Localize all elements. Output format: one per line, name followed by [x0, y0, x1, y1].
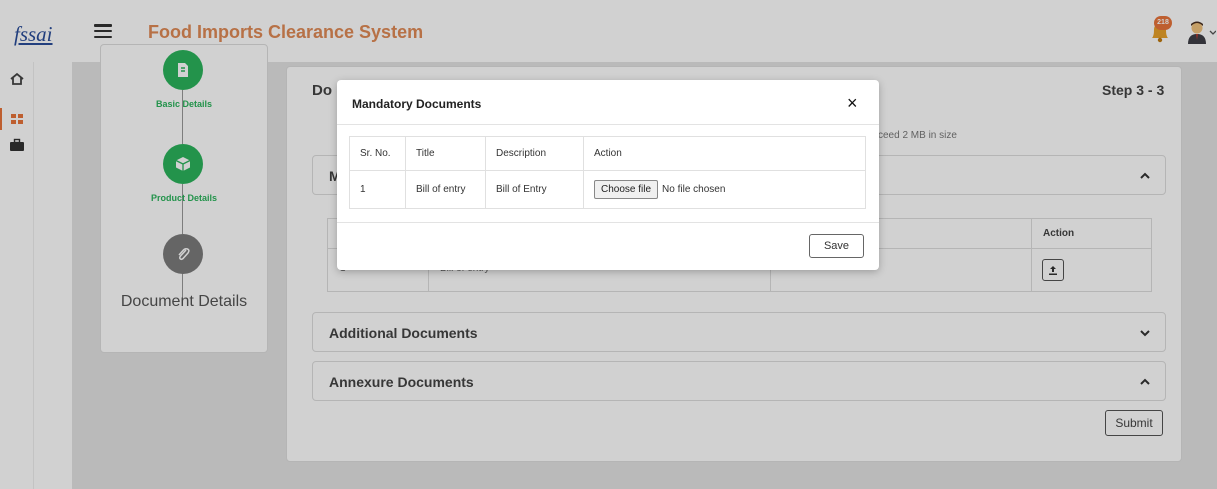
modal-title: Mandatory Documents [352, 97, 482, 111]
mandatory-documents-modal: Mandatory Documents × Sr. No. Title Desc… [337, 80, 879, 270]
action-cell: Choose file No file chosen [583, 170, 866, 209]
choose-file-button[interactable]: Choose file [594, 180, 659, 199]
table-header-row: Sr. No. Title Description Action [349, 136, 866, 171]
description-cell: Bill of Entry [485, 170, 584, 209]
documents-table: Sr. No. Title Description Action 1 Bill … [349, 136, 866, 209]
save-button[interactable]: Save [809, 234, 864, 258]
modal-divider [337, 124, 879, 125]
column-header: Sr. No. [349, 136, 406, 171]
column-header: Description [485, 136, 584, 171]
column-header: Title [405, 136, 486, 171]
close-icon[interactable]: × [847, 94, 858, 112]
modal-divider [337, 222, 879, 223]
file-status-text: No file chosen [662, 184, 726, 195]
table-row: 1 Bill of entry Bill of Entry Choose fil… [349, 170, 866, 209]
sr-no-cell: 1 [349, 170, 406, 209]
title-cell: Bill of entry [405, 170, 486, 209]
column-header: Action [583, 136, 866, 171]
